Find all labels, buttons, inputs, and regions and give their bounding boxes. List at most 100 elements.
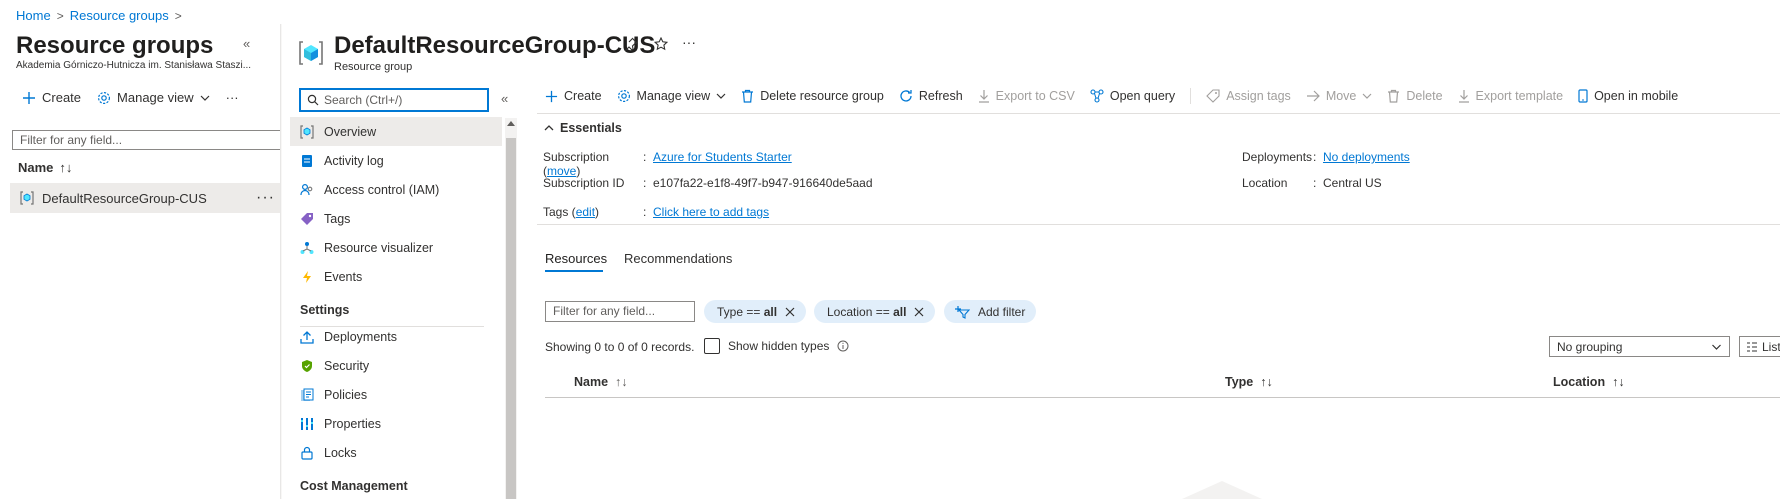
export-template-label: Export template xyxy=(1475,89,1564,103)
colon: : xyxy=(1313,150,1317,164)
deployments-link[interactable]: No deployments xyxy=(1323,150,1410,164)
chevron-down-icon xyxy=(200,93,210,103)
pin-icon[interactable] xyxy=(624,37,638,51)
essentials-tags: Tags (edit) : Click here to add tags xyxy=(543,205,769,219)
gear-icon xyxy=(617,89,631,103)
left-create-button[interactable]: Create xyxy=(22,90,81,105)
gear-icon xyxy=(97,91,111,105)
breadcrumb-resource-groups[interactable]: Resource groups xyxy=(70,8,169,23)
menu-item-security[interactable]: Security xyxy=(290,351,502,380)
location-filter-pill[interactable]: Location == all xyxy=(814,300,936,323)
menu-item-tags[interactable]: Tags xyxy=(290,204,502,233)
refresh-icon xyxy=(899,89,913,103)
type-filter-pill[interactable]: Type == all xyxy=(704,300,807,323)
open-query-button[interactable]: Open query xyxy=(1090,89,1175,103)
resources-filter-input[interactable]: Filter for any field... xyxy=(545,301,695,322)
essentials-location: Location : Central US xyxy=(1242,176,1382,190)
menu-item-label: Resource visualizer xyxy=(324,240,434,255)
collapse-blade-icon[interactable]: « xyxy=(243,36,250,51)
chevron-down-icon xyxy=(1711,342,1722,352)
delete-resource-group-button[interactable]: Delete resource group xyxy=(741,89,884,103)
essentials-subscription-id: Subscription ID : e107fa22-e1f8-49f7-b94… xyxy=(543,176,873,190)
essentials-divider xyxy=(537,224,1780,225)
grouping-dropdown[interactable]: No grouping xyxy=(1549,336,1730,357)
left-toolbar: Create Manage view ··· xyxy=(22,90,239,105)
create-button[interactable]: Create xyxy=(545,89,602,103)
menu-item-label: Activity log xyxy=(324,153,384,168)
tab-recommendations[interactable]: Recommendations xyxy=(624,251,732,266)
grouping-value: No grouping xyxy=(1557,339,1623,354)
properties-icon xyxy=(300,417,314,431)
delete-button[interactable]: Delete xyxy=(1387,89,1443,103)
resource-groups-title: Resource groups xyxy=(16,32,214,59)
delete-label: Delete xyxy=(1406,89,1443,103)
star-icon[interactable] xyxy=(654,37,668,51)
open-query-label: Open query xyxy=(1109,89,1176,103)
assign-tags-button[interactable]: Assign tags xyxy=(1206,89,1291,103)
left-filter-input[interactable]: Filter for any field... xyxy=(12,130,282,150)
row-more-icon[interactable]: ··· xyxy=(256,189,275,207)
menu-search-input[interactable]: Search (Ctrl+/) xyxy=(299,88,489,112)
sort-icon: ↑↓ xyxy=(1612,375,1625,389)
tab-resources[interactable]: Resources xyxy=(545,251,607,266)
column-header-name[interactable]: Name ↑↓ xyxy=(574,375,628,389)
menu-item-locks[interactable]: Locks xyxy=(290,438,502,467)
chevron-down-icon xyxy=(1362,91,1372,101)
list-icon xyxy=(1746,341,1758,352)
column-name-label: Name xyxy=(574,375,609,389)
type-filter-prefix: Type == xyxy=(717,304,764,319)
breadcrumb-home[interactable]: Home xyxy=(16,8,51,23)
menu-item-overview[interactable]: Overview xyxy=(290,117,502,146)
deployments-label: Deployments xyxy=(1242,150,1313,164)
tags-label-suffix: ) xyxy=(595,205,600,219)
column-header-location[interactable]: Location ↑↓ xyxy=(1553,375,1625,389)
subscription-value-link[interactable]: Azure for Students Starter xyxy=(653,150,792,178)
left-name-column-header[interactable]: Name ↑↓ xyxy=(18,160,72,175)
essentials-toggle[interactable]: Essentials xyxy=(544,121,622,135)
show-hidden-checkbox[interactable] xyxy=(704,338,720,354)
menu-item-label: Security xyxy=(324,358,370,373)
menu-item-events[interactable]: Events xyxy=(290,262,502,291)
left-more-button[interactable]: ··· xyxy=(226,90,239,105)
column-location-label: Location xyxy=(1553,375,1606,389)
column-header-type[interactable]: Type ↑↓ xyxy=(1225,375,1273,389)
export-template-button[interactable]: Export template xyxy=(1458,89,1564,103)
subscription-id-value: e107fa22-e1f8-49f7-b947-916640de5aad xyxy=(653,176,873,190)
move-label: Move xyxy=(1325,89,1357,103)
move-button[interactable]: Move xyxy=(1306,89,1373,103)
create-label: Create xyxy=(564,89,602,103)
add-tags-link[interactable]: Click here to add tags xyxy=(653,205,769,219)
menu-scrollbar-thumb[interactable] xyxy=(506,138,516,499)
menu-item-properties[interactable]: Properties xyxy=(290,409,502,438)
tags-edit-link[interactable]: edit xyxy=(576,205,595,219)
refresh-button[interactable]: Refresh xyxy=(899,89,963,103)
scroll-up-icon[interactable] xyxy=(507,121,515,126)
breadcrumb-separator: > xyxy=(56,8,64,23)
left-manage-view-button[interactable]: Manage view xyxy=(97,90,210,105)
open-in-mobile-button[interactable]: Open in mobile xyxy=(1578,89,1678,103)
menu-item-policies[interactable]: Policies xyxy=(290,380,502,409)
menu-item-label: Tags xyxy=(324,211,351,226)
resource-group-icon xyxy=(300,124,314,139)
directory-subtitle: Akademia Górniczo-Hutnicza im. Stanisław… xyxy=(16,60,252,71)
header-more-button[interactable]: ··· xyxy=(682,34,696,50)
menu-item-activity-log[interactable]: Activity log xyxy=(290,146,502,175)
export-csv-button[interactable]: Export to CSV xyxy=(978,89,1075,103)
tag-icon xyxy=(300,212,314,226)
collapse-menu-icon[interactable]: « xyxy=(501,91,508,106)
search-icon xyxy=(307,94,319,106)
info-icon[interactable] xyxy=(837,340,849,352)
menu-item-access-control[interactable]: Access control (IAM) xyxy=(290,175,502,204)
menu-item-resource-visualizer[interactable]: Resource visualizer xyxy=(290,233,502,262)
add-filter-button[interactable]: Add filter xyxy=(944,300,1037,323)
close-icon[interactable] xyxy=(914,307,924,317)
manage-view-button[interactable]: Manage view xyxy=(617,89,727,103)
show-hidden-types[interactable]: Show hidden types xyxy=(704,338,849,354)
close-icon[interactable] xyxy=(785,307,795,317)
list-item[interactable]: DefaultResourceGroup-CUS ··· xyxy=(10,183,281,213)
command-bar-divider xyxy=(537,113,1780,114)
menu-item-label: Overview xyxy=(324,124,377,139)
location-filter-prefix: Location == xyxy=(827,304,894,319)
list-view-dropdown[interactable]: List xyxy=(1739,336,1780,357)
resource-menu: Overview Activity log Access control (IA… xyxy=(290,117,502,498)
